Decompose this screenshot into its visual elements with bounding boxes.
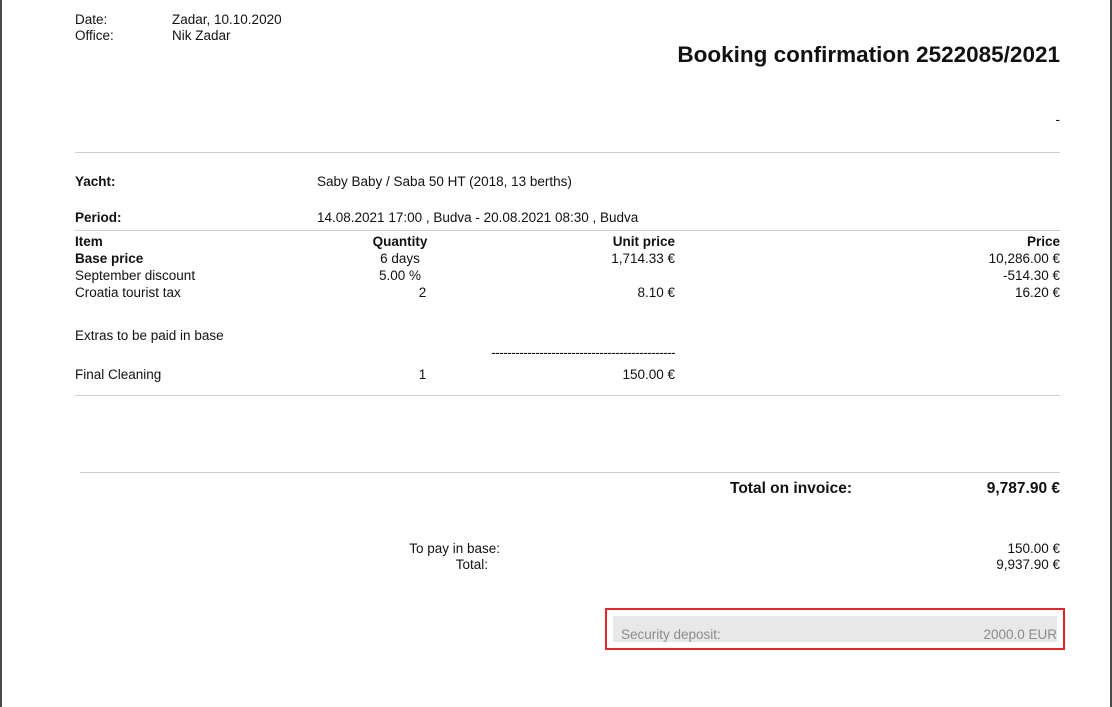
- grand-total-label: Total:: [455, 557, 488, 572]
- column-header-price: Price: [1026, 234, 1060, 249]
- row-discount-item: September discount: [75, 268, 196, 283]
- column-header-unit-price: Unit price: [612, 234, 675, 249]
- row-discount-quantity: 5.00 %: [378, 268, 422, 283]
- divider-table-bottom: [75, 395, 1060, 396]
- divider-table-top: [75, 230, 1060, 231]
- row-tourist-tax-item: Croatia tourist tax: [75, 285, 181, 300]
- yacht-value: Saby Baby / Saba 50 HT (2018, 13 berths): [317, 174, 572, 189]
- extra-final-cleaning-unit-price: 150.00 €: [622, 367, 675, 382]
- date-label: Date:: [75, 12, 108, 27]
- office-value: Nik Zadar: [172, 28, 231, 43]
- column-header-item: Item: [75, 234, 103, 249]
- row-tourist-tax-price: 16.20 €: [1014, 285, 1060, 300]
- row-base-price-quantity: 6 days: [380, 251, 420, 266]
- page-title: Booking confirmation 2522085/2021: [677, 42, 1060, 67]
- extras-heading: Extras to be paid in base: [75, 328, 224, 343]
- pay-in-base-value: 150.00 €: [1007, 541, 1060, 556]
- extras-separator: ----------------------------------------…: [491, 345, 675, 360]
- pay-in-base-label: To pay in base:: [409, 541, 500, 556]
- date-value: Zadar, 10.10.2020: [172, 12, 282, 27]
- column-header-quantity: Quantity: [372, 234, 428, 249]
- row-base-price-price: 10,286.00 €: [988, 251, 1060, 266]
- row-base-price-unit-price: 1,714.33 €: [611, 251, 675, 266]
- row-base-price-item: Base price: [75, 251, 144, 266]
- header-dash: -: [1055, 112, 1061, 127]
- extra-final-cleaning-item: Final Cleaning: [75, 367, 162, 382]
- grand-total-value: 9,937.90 €: [996, 557, 1060, 572]
- office-label: Office:: [75, 28, 114, 43]
- divider-totals: [80, 472, 1060, 473]
- page-border-left: [0, 0, 2, 707]
- period-label: Period:: [75, 210, 122, 225]
- total-on-invoice-value: 9,787.90 €: [986, 480, 1060, 497]
- period-value: 14.08.2021 17:00 , Budva - 20.08.2021 08…: [317, 210, 639, 225]
- row-tourist-tax-quantity: 2: [418, 285, 427, 300]
- extra-final-cleaning-quantity: 1: [418, 367, 427, 382]
- divider-top: [75, 152, 1060, 153]
- yacht-label: Yacht:: [75, 174, 116, 189]
- total-on-invoice-label: Total on invoice:: [730, 480, 852, 497]
- row-tourist-tax-unit-price: 8.10 €: [637, 285, 675, 300]
- security-deposit-value: 2000.0 EUR: [983, 627, 1057, 642]
- security-deposit-label: Security deposit:: [621, 627, 721, 642]
- security-deposit-highlight: Security deposit: 2000.0 EUR: [605, 608, 1065, 650]
- security-deposit-row: Security deposit: 2000.0 EUR: [613, 616, 1057, 642]
- row-discount-price: -514.30 €: [1002, 268, 1060, 283]
